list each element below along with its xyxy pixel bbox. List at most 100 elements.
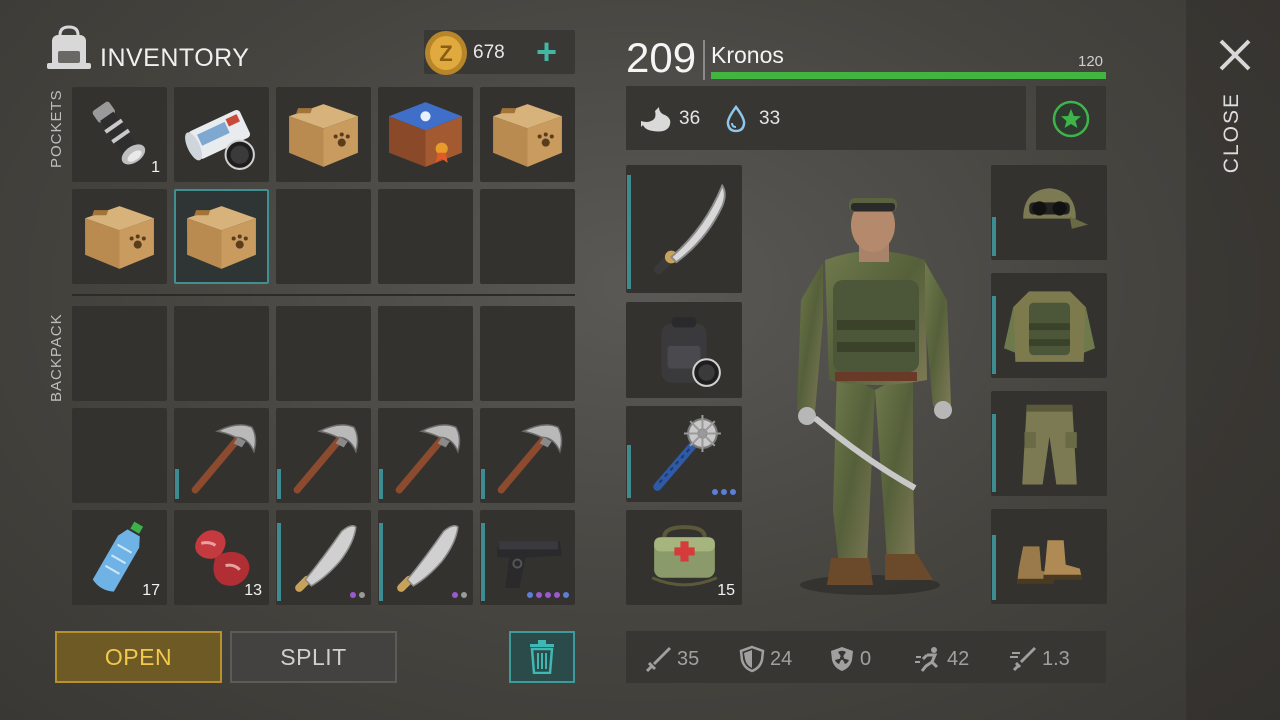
- close-icon[interactable]: [1215, 35, 1255, 75]
- attack-speed-stat: 1.3: [1010, 645, 1070, 673]
- item-count: 17: [142, 582, 160, 599]
- machete-icon: [295, 525, 357, 592]
- map-scroll-icon: [185, 110, 255, 170]
- equipment-slot[interactable]: [991, 391, 1107, 496]
- rarity-dot: [721, 489, 727, 495]
- item-count: 1: [151, 159, 160, 176]
- durability-bar: [481, 469, 485, 499]
- backpack-slot[interactable]: [72, 306, 167, 401]
- camo-pants-icon: [1021, 404, 1077, 485]
- water-drop-icon: [726, 105, 746, 133]
- durability-bar: [379, 523, 383, 601]
- cardboard-box-icon: [289, 104, 358, 167]
- boots-icon: [1016, 540, 1082, 584]
- star-badge-icon[interactable]: [1051, 99, 1091, 139]
- camo-vest-icon: [1003, 291, 1095, 362]
- equipment-slot[interactable]: [991, 273, 1107, 378]
- backpack-slot[interactable]: [72, 408, 167, 503]
- rarity-dots: [452, 592, 467, 598]
- backpack-slot[interactable]: [276, 408, 371, 503]
- durability-bar: [481, 523, 485, 601]
- section-divider: [72, 294, 575, 296]
- equipment-slot[interactable]: [626, 406, 742, 502]
- pocket-slot[interactable]: [480, 87, 575, 182]
- backpack-slot[interactable]: [378, 408, 473, 503]
- pocket-slot[interactable]: [276, 87, 371, 182]
- backpack-slot[interactable]: 17: [72, 510, 167, 605]
- pocket-slot[interactable]: [378, 87, 473, 182]
- pocket-slot[interactable]: [276, 189, 371, 284]
- radiation-shield-icon: [831, 647, 853, 671]
- rarity-dot: [527, 592, 533, 598]
- blue-crate-icon: [389, 102, 462, 167]
- backpack-slot[interactable]: [480, 510, 575, 605]
- backpack-slot[interactable]: [276, 510, 371, 605]
- pocket-slot[interactable]: [174, 87, 269, 182]
- backpack-slot[interactable]: [174, 306, 269, 401]
- speed-stat: 42: [915, 645, 969, 673]
- backpack-slot[interactable]: [276, 306, 371, 401]
- katana-icon: [654, 183, 726, 275]
- backpack-slot[interactable]: [174, 408, 269, 503]
- trash-icon: [530, 640, 554, 674]
- spiked-mace-icon: [653, 415, 721, 491]
- rarity-dots: [350, 592, 365, 598]
- defense-stat: 24: [738, 645, 792, 673]
- backpack-slot[interactable]: 13: [174, 510, 269, 605]
- pocket-slot[interactable]: 1: [72, 87, 167, 182]
- add-coins-button[interactable]: +: [536, 31, 557, 73]
- backpack-slot[interactable]: [480, 408, 575, 503]
- attack-stat: 35: [645, 645, 699, 673]
- open-button[interactable]: OPEN: [55, 631, 222, 683]
- running-icon: [915, 647, 939, 672]
- equipment-slot[interactable]: 15: [626, 510, 742, 605]
- backpack-slot[interactable]: [378, 510, 473, 605]
- close-label[interactable]: CLOSE: [1220, 92, 1244, 173]
- rarity-dot: [712, 489, 718, 495]
- pocket-slot[interactable]: [378, 189, 473, 284]
- backpack-slot[interactable]: [480, 306, 575, 401]
- hunger-value: 36: [679, 108, 701, 129]
- radiation-value: 0: [860, 647, 872, 670]
- attack-value: 35: [677, 647, 700, 670]
- pickaxe-icon: [497, 424, 563, 494]
- rarity-dot: [563, 592, 569, 598]
- flashlight-icon: [92, 101, 146, 165]
- item-count: 13: [244, 582, 262, 599]
- pocket-slot[interactable]: [174, 189, 269, 284]
- trash-button[interactable]: [509, 631, 575, 683]
- equipment-slot[interactable]: [991, 509, 1107, 604]
- durability-bar: [992, 217, 996, 256]
- radiation-stat: 0: [828, 645, 871, 673]
- pistol-icon: [497, 541, 562, 588]
- rarity-dot: [461, 592, 467, 598]
- pickaxe-icon: [395, 424, 461, 494]
- backpack-icon: [661, 317, 721, 387]
- stomach-icon: [641, 107, 671, 132]
- rarity-dots: [527, 592, 569, 598]
- rarity-dot: [536, 592, 542, 598]
- camo-cap-icon: [1022, 188, 1088, 229]
- shield-icon: [739, 645, 765, 673]
- equipment-slot[interactable]: [991, 165, 1107, 260]
- backpack-label: BACKPACK: [48, 313, 65, 402]
- equipment-slot[interactable]: [626, 302, 742, 398]
- cardboard-box-icon: [493, 104, 562, 167]
- rarity-dot: [452, 592, 458, 598]
- rarity-dot: [350, 592, 356, 598]
- rarity-dot: [359, 592, 365, 598]
- equipment-slot[interactable]: [626, 165, 742, 293]
- player-name: Kronos: [711, 42, 784, 68]
- durability-bar: [992, 414, 996, 492]
- rarity-dot: [730, 489, 736, 495]
- coin-icon: Z: [425, 31, 467, 75]
- xp-value: 120: [1078, 53, 1104, 70]
- backpack-slot[interactable]: [378, 306, 473, 401]
- rarity-dot: [545, 592, 551, 598]
- player-level: 209: [626, 34, 697, 81]
- pocket-slot[interactable]: [480, 189, 575, 284]
- durability-bar: [379, 469, 383, 499]
- pocket-slot[interactable]: [72, 189, 167, 284]
- split-button[interactable]: SPLIT: [230, 631, 397, 683]
- rarity-dot: [554, 592, 560, 598]
